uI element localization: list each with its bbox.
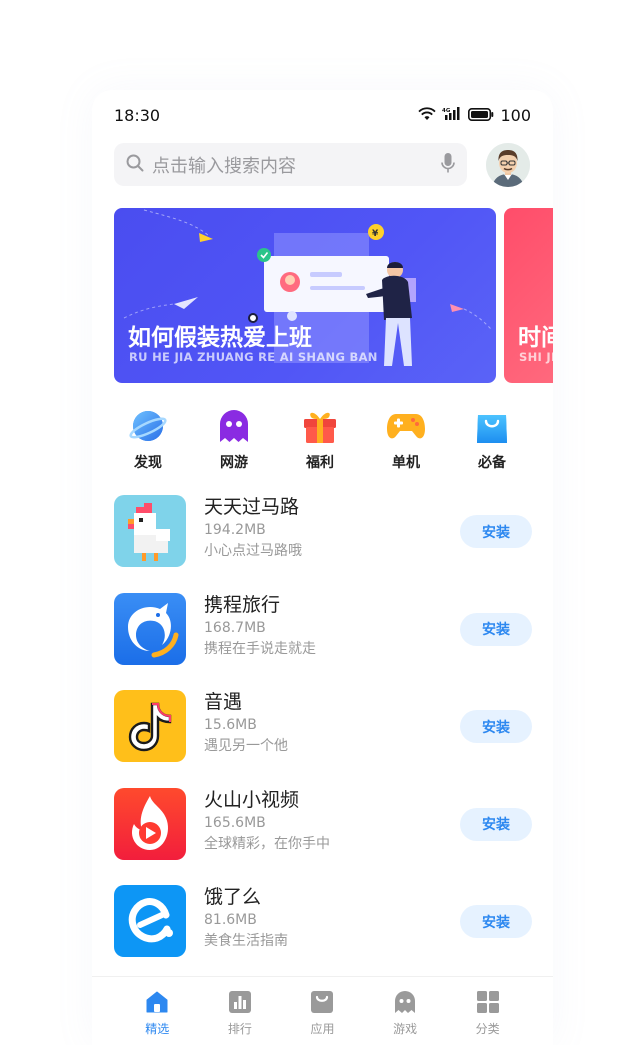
app-name: 饿了么 — [204, 886, 262, 908]
app-description: 美食生活指南 — [204, 933, 288, 949]
app-name: 音遇 — [204, 691, 243, 713]
tab-games[interactable]: 游戏 — [375, 977, 435, 1045]
app-size: 194.2MB — [204, 522, 266, 538]
list-item[interactable]: 音遇 15.6MB 遇见另一个他 安装 — [114, 690, 532, 788]
category-discover[interactable]: 发现 — [118, 406, 178, 472]
gift-icon — [300, 406, 340, 446]
wifi-icon — [418, 106, 437, 125]
list-item[interactable]: 天天过马路 194.2MB 小心点过马路哦 安装 — [114, 495, 532, 593]
search-bar[interactable]: 点击输入搜索内容 — [114, 143, 467, 186]
tab-featured[interactable]: 精选 — [127, 977, 187, 1045]
chicken-icon — [114, 495, 186, 567]
status-bar: 18:30 4G 100 — [114, 104, 531, 126]
shopping-bag-icon — [472, 406, 512, 446]
phone-screen: 18:30 4G 100 点击输入搜索内容 ¥ 如何假装热爱上班 RU HE J… — [92, 90, 553, 1045]
category-essentials[interactable]: 必备 — [462, 406, 522, 472]
status-time: 18:30 — [114, 105, 161, 125]
battery-icon — [468, 106, 494, 125]
ghost-icon — [392, 989, 418, 1015]
app-name: 天天过马路 — [204, 496, 300, 518]
app-description: 小心点过马路哦 — [204, 543, 302, 559]
tab-apps[interactable]: 应用 — [292, 977, 352, 1045]
home-icon — [144, 989, 170, 1015]
category-online-games[interactable]: 网游 — [204, 406, 264, 472]
user-avatar[interactable] — [486, 143, 530, 187]
flame-play-icon — [114, 787, 186, 860]
banner-card[interactable]: ¥ 如何假装热爱上班 RU HE JIA ZHUANG RE AI SHANG … — [114, 208, 496, 383]
app-info: 携程旅行 168.7MB 携程在手说走就走 — [204, 593, 316, 691]
avatar-illustration — [486, 143, 530, 187]
tab-label: 分类 — [475, 1022, 500, 1036]
category-label: 必备 — [478, 455, 506, 471]
app-size: 165.6MB — [204, 814, 266, 831]
install-button[interactable]: 安装 — [460, 905, 532, 938]
signal-icon: 4G — [442, 106, 462, 125]
tab-ranking[interactable]: 排行 — [210, 977, 270, 1045]
grid-icon — [475, 989, 501, 1015]
category-welfare[interactable]: 福利 — [290, 406, 350, 472]
tab-label: 应用 — [310, 1022, 335, 1036]
list-item[interactable]: 火山小视频 165.6MB 全球精彩，在你手中 安装 — [114, 787, 532, 886]
search-icon — [126, 154, 144, 176]
microphone-icon[interactable] — [441, 152, 455, 178]
app-description: 遇见另一个他 — [204, 738, 288, 754]
banner-card-next[interactable]: 时间 SHI JI — [504, 208, 553, 383]
tab-label: 精选 — [145, 1022, 170, 1036]
svg-text:¥: ¥ — [372, 229, 379, 239]
list-item[interactable]: 携程旅行 168.7MB 携程在手说走就走 安装 — [114, 592, 532, 691]
banner-title: 时间 — [518, 325, 553, 351]
ghost-icon — [214, 406, 254, 446]
install-button[interactable]: 安装 — [460, 515, 532, 548]
rank-icon — [227, 989, 253, 1015]
bottom-tab-bar: 精选 排行 应用 游戏 分类 — [92, 976, 553, 1045]
app-list: 天天过马路 194.2MB 小心点过马路哦 安装 携程旅行 168.7MB 携程… — [114, 495, 532, 983]
app-name: 携程旅行 — [204, 593, 281, 616]
banner-subtitle: RU HE JIA ZHUANG RE AI SHANG BAN — [129, 350, 378, 364]
app-bag-icon — [309, 989, 335, 1015]
app-info: 天天过马路 194.2MB 小心点过马路哦 — [204, 495, 302, 593]
app-description: 全球精彩，在你手中 — [204, 835, 330, 852]
eleme-icon — [114, 885, 186, 957]
app-size: 15.6MB — [204, 717, 257, 733]
category-single-player[interactable]: 单机 — [376, 406, 436, 472]
banner-subtitle: SHI JI — [519, 350, 553, 364]
tab-label: 游戏 — [393, 1022, 418, 1036]
install-button[interactable]: 安装 — [460, 710, 532, 743]
planet-icon — [128, 406, 168, 446]
app-description: 携程在手说走就走 — [204, 640, 316, 657]
battery-level: 100 — [500, 105, 531, 125]
search-input[interactable]: 点击输入搜索内容 — [152, 152, 441, 178]
category-label: 单机 — [392, 455, 420, 471]
app-name: 火山小视频 — [204, 788, 300, 811]
install-button[interactable]: 安装 — [460, 807, 532, 841]
banner-title: 如何假装热爱上班 — [128, 325, 312, 351]
app-size: 81.6MB — [204, 912, 257, 928]
tab-label: 排行 — [227, 1022, 252, 1036]
app-info: 饿了么 81.6MB 美食生活指南 — [204, 885, 288, 983]
tab-categories[interactable]: 分类 — [458, 977, 518, 1045]
music-note-icon — [114, 690, 186, 762]
status-indicators: 4G 100 — [418, 106, 531, 125]
app-info: 火山小视频 165.6MB 全球精彩，在你手中 — [204, 788, 330, 886]
gamepad-icon — [386, 406, 426, 446]
install-button[interactable]: 安装 — [460, 612, 532, 646]
dolphin-icon — [114, 592, 186, 665]
category-row: 发现 网游 福利 单机 必备 — [108, 406, 538, 472]
app-size: 168.7MB — [204, 619, 266, 636]
category-label: 福利 — [306, 455, 334, 471]
list-item[interactable]: 饿了么 81.6MB 美食生活指南 安装 — [114, 885, 532, 983]
category-label: 发现 — [134, 455, 162, 471]
category-label: 网游 — [220, 455, 248, 471]
app-info: 音遇 15.6MB 遇见另一个他 — [204, 690, 288, 788]
